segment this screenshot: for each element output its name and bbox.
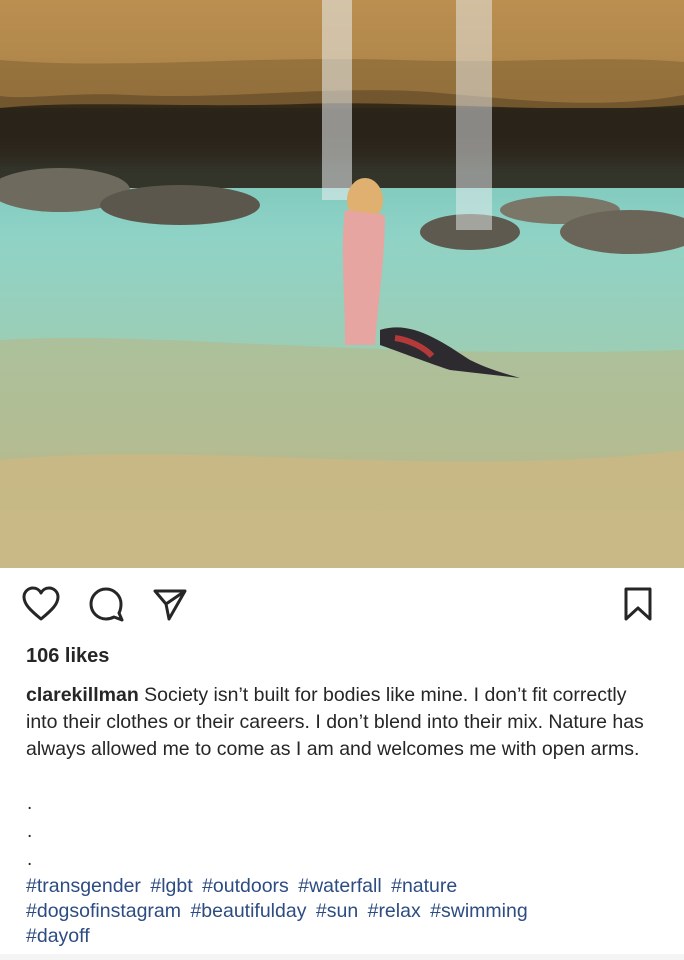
hashtag-lgbt[interactable]: #lgbt xyxy=(150,875,192,897)
hashtag-dogsofinstagram[interactable]: #dogsofinstagram xyxy=(26,900,181,922)
hashtag-sun[interactable]: #sun xyxy=(316,900,358,922)
send-icon[interactable] xyxy=(152,586,188,627)
post-photo[interactable] xyxy=(0,0,684,568)
caption-dot: . xyxy=(27,821,33,842)
comment-icon[interactable] xyxy=(88,586,124,627)
photo-scene xyxy=(0,0,684,568)
hashtag-dayoff[interactable]: #dayoff xyxy=(26,925,90,947)
caption-dot: . xyxy=(27,849,33,870)
hashtag-outdoors[interactable]: #outdoors xyxy=(202,875,289,897)
likes-count[interactable]: 106 likes xyxy=(26,645,109,668)
hashtag-swimming[interactable]: #swimming xyxy=(430,900,528,922)
hashtag-list: #transgender #lgbt #outdoors #waterfall … xyxy=(26,874,666,949)
hashtag-nature[interactable]: #nature xyxy=(391,875,457,897)
hashtag-waterfall[interactable]: #waterfall xyxy=(298,875,381,897)
caption-dot: . xyxy=(27,793,33,814)
hashtag-beautifulday[interactable]: #beautifulday xyxy=(190,900,306,922)
heart-icon[interactable] xyxy=(22,586,60,627)
hashtag-transgender[interactable]: #transgender xyxy=(26,875,141,897)
cropped-edge xyxy=(0,954,684,960)
post-caption: clarekillman Society isn’t built for bod… xyxy=(26,682,662,763)
caption-username[interactable]: clarekillman xyxy=(26,684,139,706)
post-actions-bar xyxy=(0,568,684,640)
hashtag-relax[interactable]: #relax xyxy=(368,900,421,922)
caption-dots: . . . xyxy=(27,790,32,874)
bookmark-icon[interactable] xyxy=(622,586,654,627)
